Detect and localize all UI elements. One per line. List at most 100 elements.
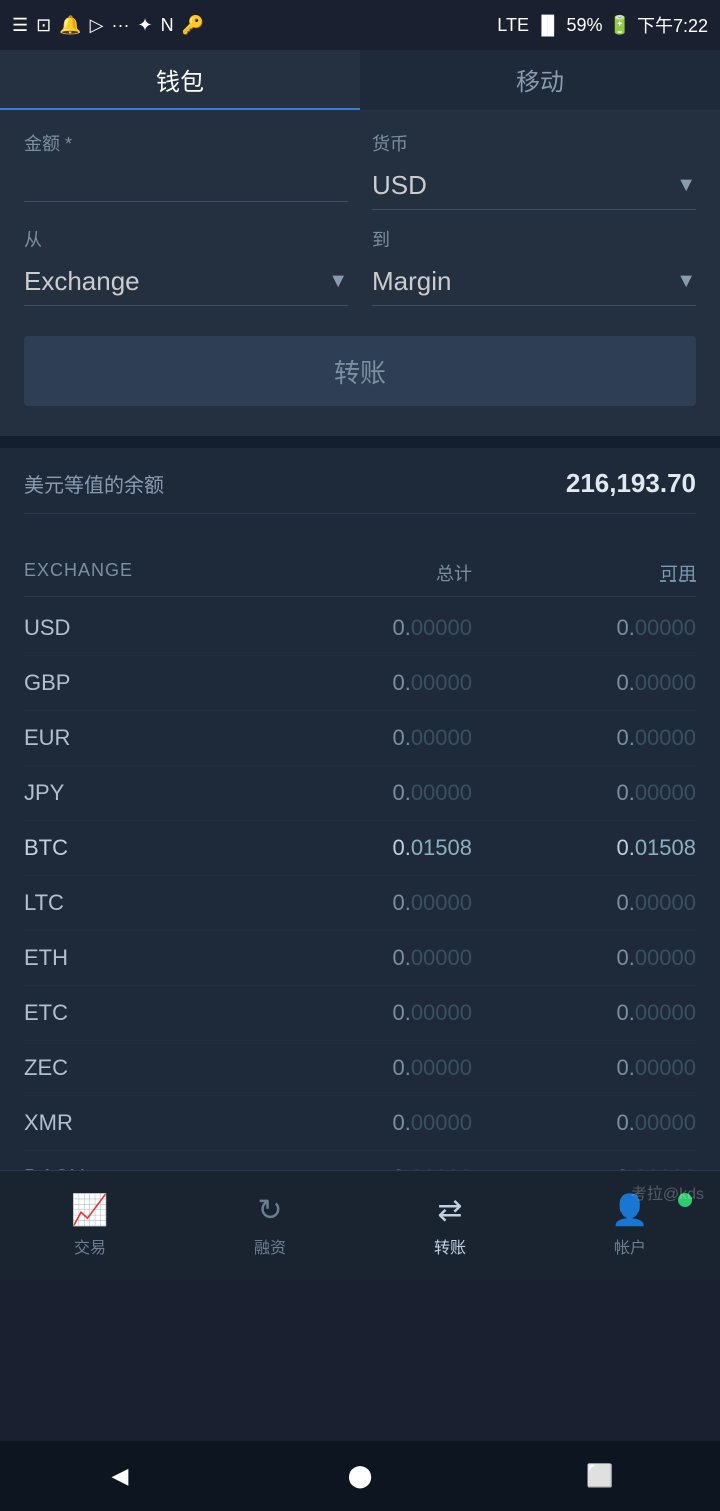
- table-row: ETC 0.00000 0.00000: [24, 986, 696, 1041]
- from-field: 从 Exchange ▼: [24, 226, 348, 306]
- cell-available: 0.00000: [472, 780, 696, 806]
- cell-total: 0.00000: [248, 780, 472, 806]
- cell-currency-name: LTC: [24, 890, 248, 916]
- balance-label: 美元等值的余额: [24, 469, 164, 498]
- table-row: XMR 0.00000 0.00000: [24, 1096, 696, 1151]
- back-button[interactable]: ◀: [90, 1456, 150, 1496]
- cell-available: 0.00000: [472, 615, 696, 641]
- from-label: 从: [24, 226, 348, 252]
- cell-available: 0.01508: [472, 835, 696, 861]
- cell-total: 0.00000: [248, 615, 472, 641]
- cell-currency-name: ETH: [24, 945, 248, 971]
- amount-currency-row: 金额 * 货币 USD ▼: [24, 130, 696, 210]
- exchange-table: EXCHANGE 总计 可用 USD 0.00000 0.00000 GBP 0…: [0, 550, 720, 1261]
- table-header: EXCHANGE 总计 可用: [24, 550, 696, 597]
- cell-available: 0.00000: [472, 890, 696, 916]
- cell-total: 0.00000: [248, 725, 472, 751]
- cell-available: 0.00000: [472, 725, 696, 751]
- nav-transfer-label: 转账: [434, 1234, 466, 1258]
- table-body: USD 0.00000 0.00000 GBP 0.00000 0.00000 …: [24, 601, 696, 1261]
- signal-bars: ▐▌: [535, 15, 561, 36]
- cell-currency-name: JPY: [24, 780, 248, 806]
- trade-icon: 📈: [71, 1193, 108, 1228]
- cell-total: 0.00000: [248, 890, 472, 916]
- currency-select[interactable]: USD ▼: [372, 162, 696, 210]
- send-icon: ▷: [90, 15, 104, 36]
- header-total: 总计: [248, 560, 472, 586]
- tab-move[interactable]: 移动: [360, 50, 720, 110]
- android-nav: ◀ ⬤ ⬜ 考拉@kds: [0, 1441, 720, 1511]
- cell-total: 0.00000: [248, 945, 472, 971]
- from-to-row: 从 Exchange ▼ 到 Margin ▼: [24, 226, 696, 306]
- chevron-down-icon: ▼: [676, 174, 696, 197]
- cell-available: 0.00000: [472, 1055, 696, 1081]
- table-row: ETH 0.00000 0.00000: [24, 931, 696, 986]
- cell-currency-name: ZEC: [24, 1055, 248, 1081]
- currency-value: USD: [372, 170, 427, 201]
- from-value: Exchange: [24, 266, 140, 297]
- table-row: JPY 0.00000 0.00000: [24, 766, 696, 821]
- status-left-icons: ☰ ⊡ 🔔 ▷ ··· ✦ N 🔑: [12, 15, 204, 36]
- table-row: ZEC 0.00000 0.00000: [24, 1041, 696, 1096]
- nav-finance-label: 融资: [254, 1234, 286, 1258]
- cell-currency-name: BTC: [24, 835, 248, 861]
- cell-total: 0.01508: [248, 835, 472, 861]
- amount-input[interactable]: [24, 162, 348, 202]
- to-select[interactable]: Margin ▼: [372, 258, 696, 306]
- nfc-icon: N: [161, 15, 174, 36]
- to-label: 到: [372, 226, 696, 252]
- bottom-nav: 📈 交易 ↻ 融资 ⇄ 转账 👤 帐户: [0, 1170, 720, 1280]
- from-select[interactable]: Exchange ▼: [24, 258, 348, 306]
- cell-currency-name: EUR: [24, 725, 248, 751]
- transfer-button[interactable]: 转账: [24, 336, 696, 406]
- cell-currency-name: GBP: [24, 670, 248, 696]
- cell-available: 0.00000: [472, 945, 696, 971]
- currency-field: 货币 USD ▼: [372, 130, 696, 210]
- notification-icon: 🔔: [59, 15, 81, 36]
- amount-label: 金额 *: [24, 130, 348, 156]
- nav-account-label: 帐户: [614, 1234, 646, 1258]
- tab-wallet[interactable]: 钱包: [0, 50, 360, 110]
- cell-total: 0.00000: [248, 670, 472, 696]
- amount-field: 金额 *: [24, 130, 348, 210]
- header-exchange: EXCHANGE: [24, 560, 248, 586]
- nav-finance[interactable]: ↻ 融资: [180, 1193, 360, 1258]
- status-time: 下午7:22: [637, 12, 708, 38]
- cell-currency-name: USD: [24, 615, 248, 641]
- to-value: Margin: [372, 266, 451, 297]
- tab-bar: 钱包 移动: [0, 50, 720, 110]
- nav-trade[interactable]: 📈 交易: [0, 1193, 180, 1258]
- finance-icon: ↻: [257, 1193, 282, 1228]
- table-row: EUR 0.00000 0.00000: [24, 711, 696, 766]
- balance-row: 美元等值的余额 216,193.70: [24, 468, 696, 514]
- chevron-down-from-icon: ▼: [328, 270, 348, 293]
- table-row: BTC 0.01508 0.01508: [24, 821, 696, 876]
- menu-icon: ☰: [12, 15, 28, 36]
- balance-value: 216,193.70: [566, 468, 696, 499]
- section-divider: [0, 436, 720, 448]
- header-available: 可用: [472, 560, 696, 586]
- nav-transfer[interactable]: ⇄ 转账: [360, 1193, 540, 1258]
- recents-button[interactable]: ⬜: [570, 1456, 630, 1496]
- lte-label: LTE: [497, 15, 529, 36]
- status-right-info: LTE ▐▌ 59% 🔋 下午7:22: [497, 12, 708, 38]
- cell-total: 0.00000: [248, 1055, 472, 1081]
- transfer-icon: ⇄: [437, 1193, 462, 1228]
- status-bar: ☰ ⊡ 🔔 ▷ ··· ✦ N 🔑 LTE ▐▌ 59% 🔋 下午7:22: [0, 0, 720, 50]
- more-icon: ···: [112, 15, 130, 36]
- table-row: LTC 0.00000 0.00000: [24, 876, 696, 931]
- home-button[interactable]: ⬤: [330, 1456, 390, 1496]
- battery-icon: 🔋: [609, 15, 631, 36]
- transfer-form: 金额 * 货币 USD ▼ 从 Exchange ▼ 到: [0, 110, 720, 436]
- bluetooth-icon: ✦: [137, 15, 152, 36]
- chevron-down-to-icon: ▼: [676, 270, 696, 293]
- balance-section: 美元等值的余额 216,193.70: [0, 448, 720, 550]
- watermark: 考拉@kds: [631, 1180, 704, 1204]
- cell-currency-name: XMR: [24, 1110, 248, 1136]
- key-icon: 🔑: [182, 15, 204, 36]
- nav-trade-label: 交易: [74, 1234, 106, 1258]
- cell-available: 0.00000: [472, 1000, 696, 1026]
- app-icon: ⊡: [36, 15, 51, 36]
- to-field: 到 Margin ▼: [372, 226, 696, 306]
- table-row: GBP 0.00000 0.00000: [24, 656, 696, 711]
